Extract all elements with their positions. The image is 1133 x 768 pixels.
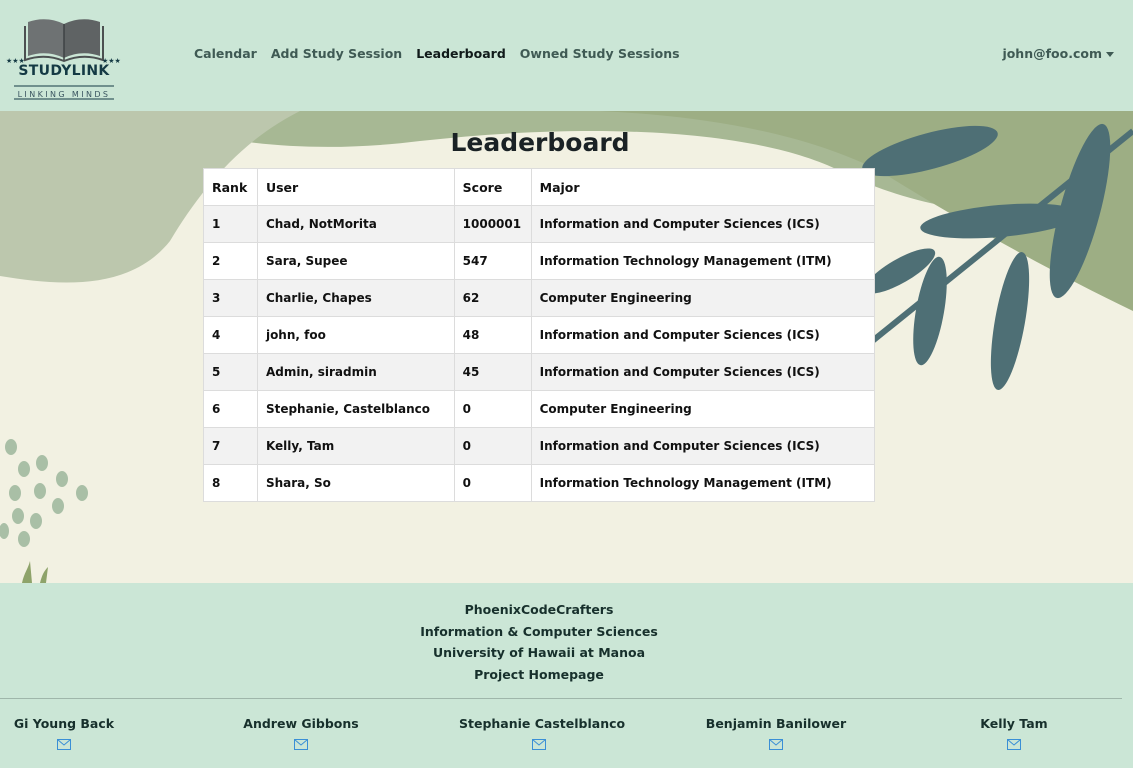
main-nav: Calendar Add Study Session Leaderboard O… <box>194 46 680 61</box>
team-member-name: Gi Young Back <box>13 716 115 731</box>
footer-project-homepage-link[interactable]: Project Homepage <box>0 664 1078 686</box>
major-cell: Computer Engineering <box>530 390 876 428</box>
user-cell: Charlie, Chapes <box>256 279 455 317</box>
team-member-name: Benjamin Banilower <box>705 716 847 731</box>
score-cell: 0 <box>453 464 532 502</box>
score-cell: 48 <box>453 316 532 354</box>
major-cell: Computer Engineering <box>530 279 876 317</box>
team-member: Benjamin Banilower <box>696 716 856 750</box>
page-title: Leaderboard <box>450 128 630 157</box>
rank-cell: 1 <box>203 205 258 243</box>
brand-tagline: LINKING MINDS <box>17 90 111 99</box>
team-member-name: Kelly Tam <box>980 716 1048 731</box>
table-row: 1 Chad, NotMorita 1000001 Information an… <box>203 205 876 243</box>
mail-icon[interactable] <box>769 739 783 750</box>
leaderboard-table: Rank User Score Major 1 Chad, NotMorita … <box>203 168 876 502</box>
column-header-rank[interactable]: Rank <box>203 168 258 206</box>
team-member: Kelly Tam <box>934 716 1094 750</box>
major-cell: Information and Computer Sciences (ICS) <box>530 316 876 354</box>
user-cell: Admin, siradmin <box>256 353 455 391</box>
navbar: ★★★ ★★★ STUDYLINK LINKING MINDS Calendar… <box>0 0 1133 111</box>
user-cell: Sara, Supee <box>256 242 455 280</box>
user-dropdown[interactable]: john@foo.com <box>1002 46 1114 61</box>
nav-add-study-session[interactable]: Add Study Session <box>271 46 402 61</box>
team-member: Gi Young Back <box>0 716 144 750</box>
footer-department: Information & Computer Sciences <box>420 623 658 639</box>
major-cell: Information Technology Management (ITM) <box>530 242 876 280</box>
table-row: 4 john, foo 48 Information and Computer … <box>203 316 876 354</box>
major-cell: Information and Computer Sciences (ICS) <box>530 427 876 465</box>
user-cell: Stephanie, Castelblanco <box>256 390 455 428</box>
brand-logo[interactable]: ★★★ ★★★ STUDYLINK LINKING MINDS <box>4 16 124 104</box>
brand-name: STUDYLINK <box>18 63 110 79</box>
rank-cell: 3 <box>203 279 258 317</box>
user-cell: john, foo <box>256 316 455 354</box>
nav-owned-study-sessions[interactable]: Owned Study Sessions <box>520 46 680 61</box>
mail-icon[interactable] <box>532 739 546 750</box>
score-cell: 0 <box>453 427 532 465</box>
nav-leaderboard[interactable]: Leaderboard <box>416 46 506 61</box>
score-cell: 0 <box>453 390 532 428</box>
rank-cell: 2 <box>203 242 258 280</box>
user-cell: Chad, NotMorita <box>256 205 455 243</box>
nav-calendar[interactable]: Calendar <box>194 46 257 61</box>
column-header-score[interactable]: Score <box>453 168 532 206</box>
column-header-major[interactable]: Major <box>530 168 876 206</box>
table-row: 3 Charlie, Chapes 62 Computer Engineerin… <box>203 279 876 317</box>
table-row: 7 Kelly, Tam 0 Information and Computer … <box>203 427 876 465</box>
user-cell: Shara, So <box>256 464 455 502</box>
table-row: 8 Shara, So 0 Information Technology Man… <box>203 464 876 502</box>
major-cell: Information and Computer Sciences (ICS) <box>530 205 876 243</box>
score-cell: 62 <box>453 279 532 317</box>
footer-university: University of Hawaii at Manoa <box>432 645 646 661</box>
table-row: 5 Admin, siradmin 45 Information and Com… <box>203 353 876 391</box>
caret-down-icon <box>1106 51 1114 57</box>
major-cell: Information and Computer Sciences (ICS) <box>530 353 876 391</box>
score-cell: 1000001 <box>453 205 532 243</box>
rank-cell: 5 <box>203 353 258 391</box>
footer-team-name: PhoenixCodeCrafters <box>464 602 614 617</box>
mail-icon[interactable] <box>1007 739 1021 750</box>
user-email: john@foo.com <box>1002 46 1102 61</box>
rank-cell: 4 <box>203 316 258 354</box>
team-member-name: Stephanie Castelblanco <box>459 716 626 731</box>
rank-cell: 7 <box>203 427 258 465</box>
rank-cell: 8 <box>203 464 258 502</box>
major-cell: Information Technology Management (ITM) <box>530 464 876 502</box>
mail-icon[interactable] <box>294 739 308 750</box>
footer: PhoenixCodeCrafters Information & Comput… <box>0 583 1133 768</box>
team-member: Stephanie Castelblanco <box>459 716 626 750</box>
column-header-user[interactable]: User <box>256 168 455 206</box>
table-row: 2 Sara, Supee 547 Information Technology… <box>203 242 876 280</box>
team-member-name: Andrew Gibbons <box>243 716 359 731</box>
table-header-row: Rank User Score Major <box>203 168 876 206</box>
score-cell: 45 <box>453 353 532 391</box>
footer-info: PhoenixCodeCrafters Information & Comput… <box>0 599 1078 685</box>
mail-icon[interactable] <box>57 739 71 750</box>
footer-divider <box>0 698 1122 699</box>
score-cell: 547 <box>453 242 532 280</box>
team-member: Andrew Gibbons <box>221 716 381 750</box>
rank-cell: 6 <box>203 390 258 428</box>
user-cell: Kelly, Tam <box>256 427 455 465</box>
table-row: 6 Stephanie, Castelblanco 0 Computer Eng… <box>203 390 876 428</box>
